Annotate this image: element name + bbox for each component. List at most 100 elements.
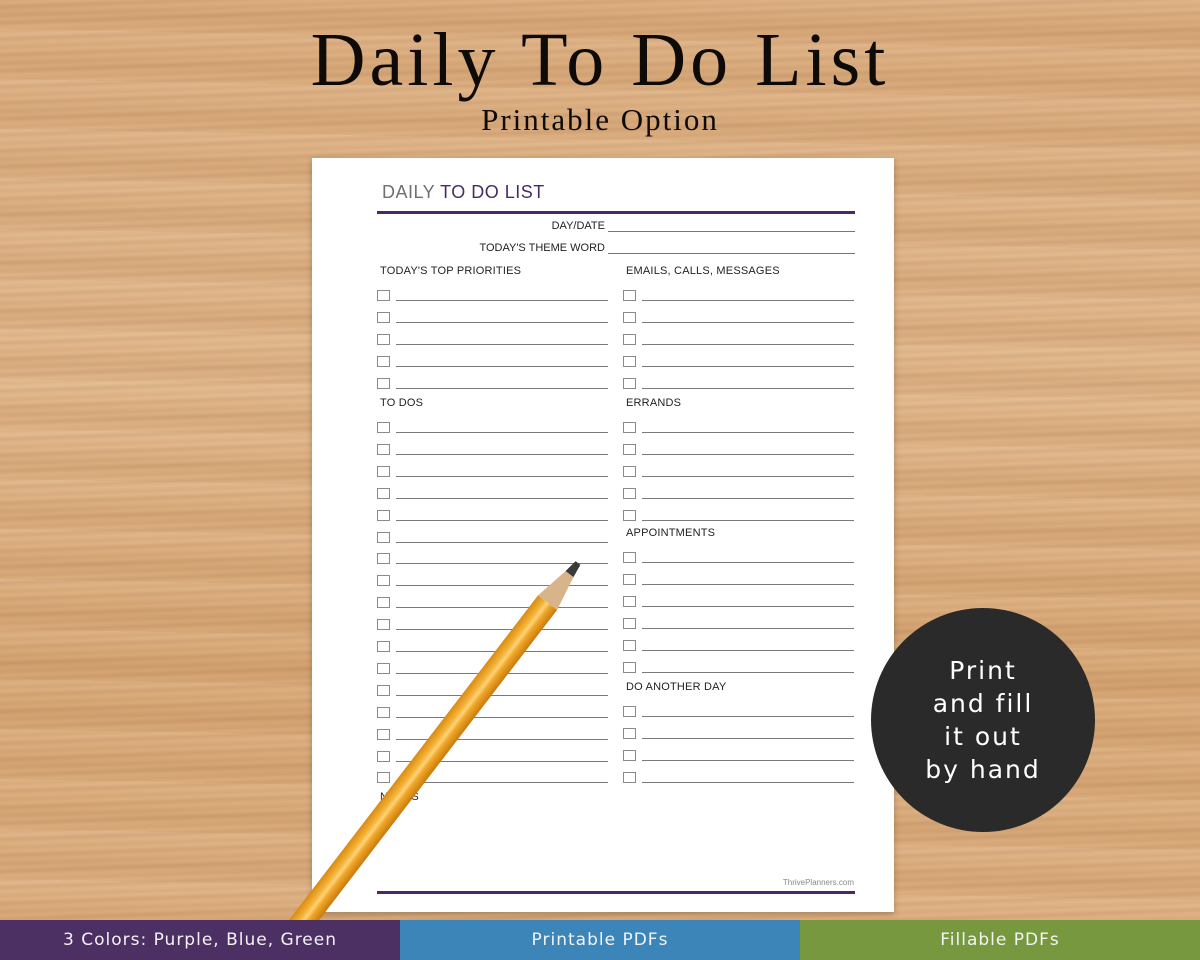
checklist-row-to-dos <box>377 570 608 587</box>
checkbox[interactable] <box>623 706 636 717</box>
badge-line-3: it out <box>944 722 1022 751</box>
write-in-line[interactable] <box>642 448 854 455</box>
checkbox[interactable] <box>623 355 636 367</box>
checkbox[interactable] <box>377 355 390 367</box>
write-in-line[interactable] <box>642 514 854 521</box>
checklist-row-to-dos <box>377 658 608 674</box>
write-in-line[interactable] <box>396 360 608 367</box>
write-in-line[interactable] <box>396 492 608 499</box>
checkbox[interactable] <box>377 311 390 323</box>
checkbox[interactable] <box>377 575 390 587</box>
checkbox[interactable] <box>377 443 390 455</box>
checkbox[interactable] <box>623 595 636 607</box>
checkbox[interactable] <box>377 706 390 718</box>
write-in-line[interactable] <box>396 294 608 301</box>
write-in-line[interactable] <box>396 601 608 609</box>
write-in-line[interactable] <box>396 514 608 521</box>
checklist-row-appointments <box>623 635 854 651</box>
write-in-line[interactable] <box>396 645 608 652</box>
checkbox[interactable] <box>623 311 636 323</box>
write-in-line[interactable] <box>642 776 854 783</box>
checkbox[interactable] <box>623 573 636 585</box>
checkbox[interactable] <box>377 728 390 740</box>
write-in-line[interactable] <box>396 382 608 389</box>
section-to-dos: TO DOS <box>380 397 424 409</box>
bottom-feature-bar: 3 Colors: Purple, Blue, Green Printable … <box>0 920 1200 960</box>
write-in-line[interactable] <box>642 556 854 563</box>
checkbox[interactable] <box>377 509 390 521</box>
write-in-line[interactable] <box>396 557 608 565</box>
write-in-line[interactable] <box>396 667 608 674</box>
write-in-line[interactable] <box>642 338 854 345</box>
write-in-line[interactable] <box>396 711 608 718</box>
write-in-line[interactable] <box>396 733 608 740</box>
checklist-row-to-dos <box>377 702 608 718</box>
checkbox[interactable] <box>377 422 390 433</box>
write-in-line[interactable] <box>642 426 854 433</box>
write-in-line[interactable] <box>642 360 854 367</box>
checkbox[interactable] <box>377 531 390 543</box>
checkbox[interactable] <box>377 684 390 696</box>
checkbox[interactable] <box>377 750 390 762</box>
checkbox[interactable] <box>377 487 390 499</box>
sheet-title: DAILY TO DO LIST <box>382 182 545 203</box>
checkbox[interactable] <box>623 727 636 739</box>
checkbox[interactable] <box>377 597 390 609</box>
write-in-line[interactable] <box>642 316 854 323</box>
write-in-line[interactable] <box>396 316 608 323</box>
write-in-line[interactable] <box>642 382 854 389</box>
write-in-line[interactable] <box>396 579 608 587</box>
theme-word-line <box>608 243 855 254</box>
write-in-line[interactable] <box>396 470 608 477</box>
write-in-line[interactable] <box>642 644 854 651</box>
checkbox[interactable] <box>377 553 390 565</box>
day-date-line <box>608 221 855 232</box>
write-in-line[interactable] <box>396 448 608 455</box>
checkbox[interactable] <box>377 377 390 389</box>
write-in-line[interactable] <box>642 470 854 477</box>
checkbox[interactable] <box>623 465 636 477</box>
checkbox[interactable] <box>623 749 636 761</box>
checkbox[interactable] <box>377 662 390 674</box>
write-in-line[interactable] <box>396 536 608 543</box>
checklist-row-to-dos <box>377 614 608 631</box>
write-in-line[interactable] <box>642 600 854 607</box>
checkbox[interactable] <box>377 290 390 301</box>
write-in-line[interactable] <box>396 689 608 696</box>
checkbox[interactable] <box>623 422 636 433</box>
checkbox[interactable] <box>377 619 390 631</box>
checklist-row-errands <box>623 505 854 521</box>
checkbox[interactable] <box>623 443 636 455</box>
write-in-line[interactable] <box>642 666 854 673</box>
checkbox[interactable] <box>623 509 636 521</box>
write-in-line[interactable] <box>396 426 608 433</box>
checkbox[interactable] <box>623 333 636 345</box>
write-in-line[interactable] <box>396 338 608 345</box>
checkbox[interactable] <box>623 377 636 389</box>
write-in-line[interactable] <box>642 578 854 585</box>
checkbox[interactable] <box>623 617 636 629</box>
checklist-row-emails-calls <box>623 285 854 301</box>
checkbox[interactable] <box>623 487 636 499</box>
checklist-row-top-priorities <box>377 285 608 301</box>
write-in-line[interactable] <box>642 732 854 739</box>
write-in-line[interactable] <box>642 754 854 761</box>
checkbox[interactable] <box>377 465 390 477</box>
write-in-line[interactable] <box>396 623 608 631</box>
checkbox[interactable] <box>623 290 636 301</box>
write-in-line[interactable] <box>642 294 854 301</box>
write-in-line[interactable] <box>396 776 608 784</box>
write-in-line[interactable] <box>642 492 854 499</box>
checklist-row-to-dos <box>377 636 608 652</box>
section-emails-calls: EMAILS, CALLS, MESSAGES <box>626 265 780 277</box>
checkbox[interactable] <box>623 552 636 563</box>
checkbox[interactable] <box>377 772 390 784</box>
checkbox[interactable] <box>377 641 390 652</box>
checkbox[interactable] <box>377 333 390 345</box>
checkbox[interactable] <box>623 639 636 651</box>
write-in-line[interactable] <box>396 755 608 762</box>
write-in-line[interactable] <box>642 622 854 629</box>
write-in-line[interactable] <box>642 710 854 717</box>
checkbox[interactable] <box>623 661 636 673</box>
checkbox[interactable] <box>623 771 636 783</box>
